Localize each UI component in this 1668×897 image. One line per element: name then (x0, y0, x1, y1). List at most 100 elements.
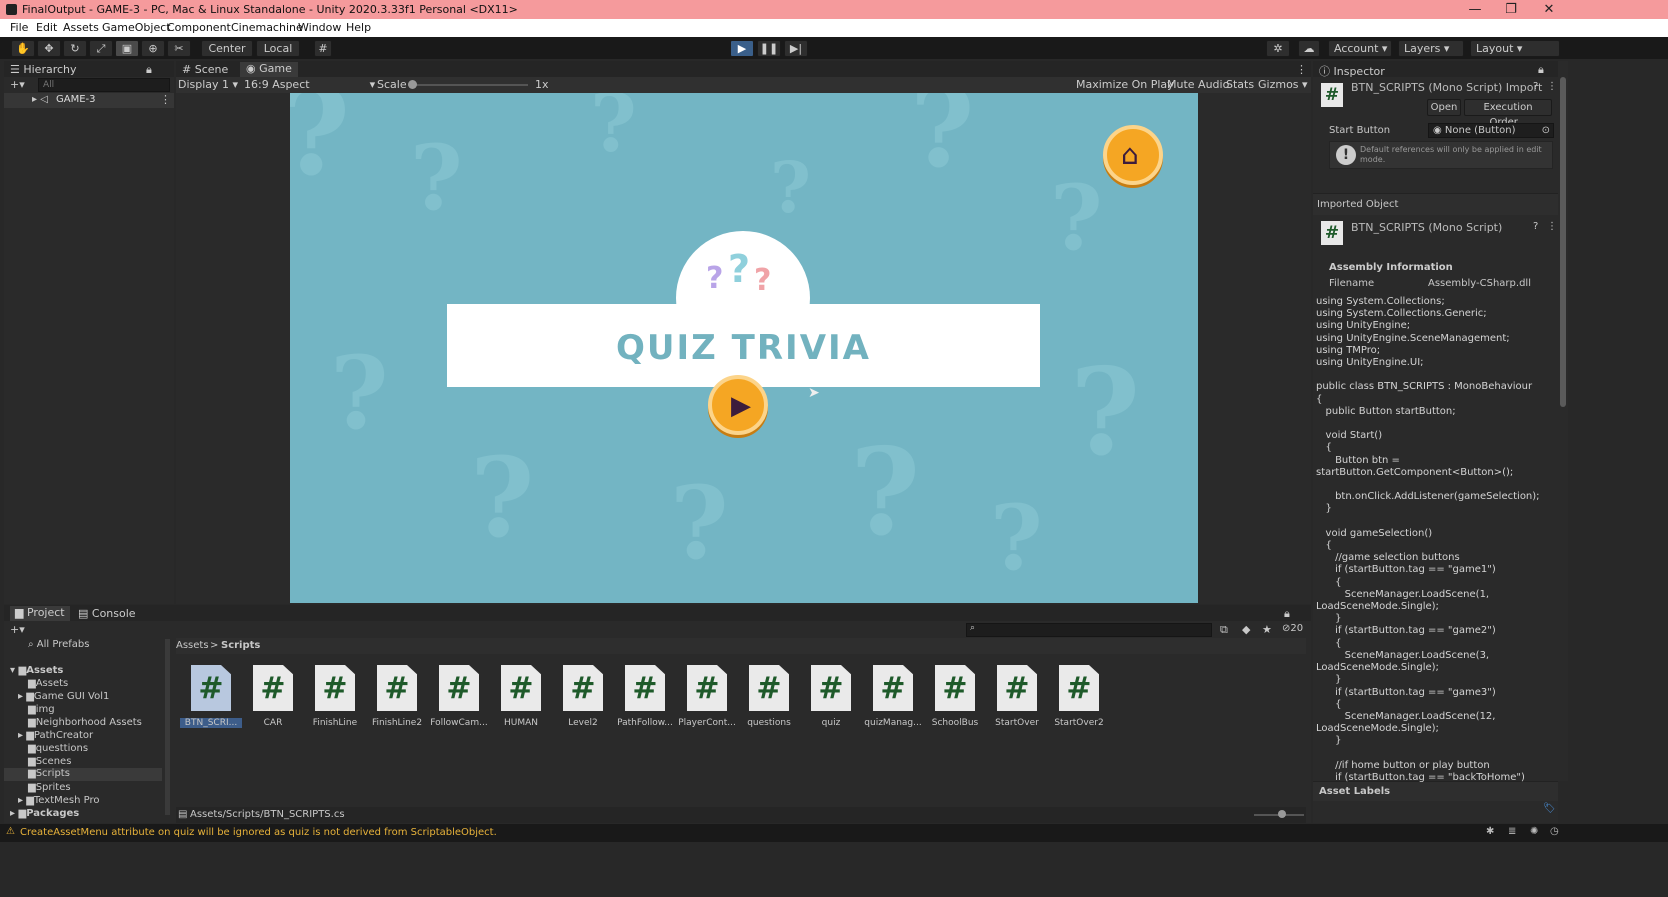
auto-generate-lighting-icon[interactable]: ✺ (1530, 826, 1538, 837)
inspector-tab[interactable]: ⓘ Inspector (1319, 63, 1385, 79)
object-picker-icon[interactable]: ⊙ (1542, 124, 1550, 137)
script-asset[interactable]: # FollowCam... (428, 665, 490, 728)
script-asset[interactable]: # PathFollow... (614, 665, 676, 728)
transform-tool-icon[interactable]: ⊕ (141, 40, 165, 57)
add-icon[interactable]: +▾ (10, 623, 25, 636)
cloud-icon[interactable]: ☁ (1298, 40, 1320, 57)
custom-tool-icon[interactable]: ✂ (167, 40, 191, 57)
script-asset[interactable]: # FinishLine (304, 665, 366, 728)
menu-component[interactable]: Component (167, 21, 231, 34)
scrollbar-thumb[interactable] (1560, 77, 1566, 407)
tree-packages-root[interactable]: ▸ ▆ Packages (10, 808, 79, 819)
tab-scene[interactable]: # Scene (182, 63, 228, 76)
mute-audio-toggle[interactable]: Mute Audio (1167, 78, 1229, 91)
menu-edit[interactable]: Edit (36, 21, 57, 34)
icon-size-slider[interactable] (1254, 810, 1304, 818)
rotate-tool-icon[interactable]: ↻ (63, 40, 87, 57)
pause-button[interactable]: ❚❚ (757, 40, 781, 57)
tree-folder[interactable]: ▸ ▆ Game GUI Vol1 (18, 691, 109, 702)
favorite-icon[interactable]: ★ (1262, 623, 1272, 636)
more-icon[interactable]: ⋮ (1296, 63, 1307, 76)
filter-type-icon[interactable]: ⧉ (1220, 623, 1228, 637)
tree-folder[interactable]: ▆ Sprites (28, 782, 71, 793)
script-asset[interactable]: # CAR (242, 665, 304, 728)
hierarchy-search-input[interactable] (38, 78, 170, 92)
tab-project[interactable]: ▆ Project (10, 606, 70, 621)
more-icon[interactable]: ⋮ (1547, 221, 1557, 232)
layout-dropdown[interactable]: Layout ▾ (1470, 40, 1560, 57)
tree-folder[interactable]: ▸ ▆ PathCreator (18, 730, 93, 741)
breadcrumb-assets[interactable]: Assets (176, 640, 209, 651)
bug-icon[interactable]: ✱ (1486, 826, 1494, 837)
play-button[interactable]: ▶ (730, 40, 754, 57)
script-asset[interactable]: # HUMAN (490, 665, 552, 728)
tab-console[interactable]: ▤ Console (78, 607, 136, 620)
tree-folder[interactable]: ▸ ▆ TextMesh Pro (18, 795, 100, 806)
menu-cinemachine[interactable]: Cinemachine (231, 21, 303, 34)
script-asset[interactable]: # quiz (800, 665, 862, 728)
breadcrumb-scripts[interactable]: Scripts (221, 640, 260, 651)
hierarchy-tab[interactable]: ☰ Hierarchy (10, 63, 77, 76)
script-asset[interactable]: # Level2 (552, 665, 614, 728)
tree-folder-selected[interactable]: ▆ Scripts (4, 768, 162, 781)
rect-tool-icon[interactable]: ▣ (115, 40, 139, 57)
menu-gameobject[interactable]: GameObject (102, 21, 171, 34)
minimize-button[interactable]: — (1460, 1, 1490, 18)
maximize-button[interactable]: ❐ (1496, 1, 1526, 18)
add-icon[interactable]: +▾ (10, 78, 25, 91)
layers-dropdown[interactable]: Layers ▾ (1398, 40, 1464, 57)
start-button-field[interactable]: ◉ None (Button) ⊙ (1428, 123, 1554, 138)
filter-label-icon[interactable]: ◆ (1242, 623, 1250, 636)
gizmos-dropdown[interactable]: Gizmos ▾ (1258, 78, 1308, 91)
cache-icon[interactable]: ≣ (1508, 826, 1516, 837)
script-asset[interactable]: # BTN_SCRI... (180, 665, 242, 728)
tree-assets-root[interactable]: ▾ ▆ Assets (10, 665, 63, 676)
maximize-on-play-toggle[interactable]: Maximize On Play (1076, 78, 1174, 91)
script-asset[interactable]: # FinishLine2 (366, 665, 428, 728)
more-icon[interactable]: ⋮ (160, 93, 171, 106)
play-game-button[interactable]: ▶ (708, 375, 768, 435)
lock-icon[interactable]: 🔒︎ (1538, 63, 1544, 77)
grid-snap-icon[interactable]: # (314, 40, 332, 57)
hidden-count[interactable]: ⊘20 (1282, 623, 1303, 634)
move-tool-icon[interactable]: ✥ (37, 40, 61, 57)
execution-order-button[interactable]: Execution Order... (1464, 99, 1552, 128)
menu-help[interactable]: Help (346, 21, 371, 34)
tree-folder[interactable]: ▆ img (28, 704, 55, 715)
slider-handle[interactable] (408, 80, 417, 89)
collab-icon[interactable]: ✲ (1266, 40, 1290, 57)
home-button[interactable]: ⌂ (1103, 125, 1163, 185)
tree-scrollbar[interactable] (165, 639, 170, 815)
account-dropdown[interactable]: Account ▾ (1328, 40, 1392, 57)
project-search-input[interactable] (966, 623, 1212, 637)
close-button[interactable]: ✕ (1534, 1, 1564, 18)
inspector-scrollbar[interactable] (1558, 61, 1568, 781)
hand-tool-icon[interactable]: ✋ (11, 40, 35, 57)
aspect-dropdown[interactable]: 16:9 Aspect ▾ (244, 78, 375, 91)
script-asset[interactable]: # StartOver (986, 665, 1048, 728)
script-asset[interactable]: # StartOver2 (1048, 665, 1110, 728)
status-bar[interactable]: ⚠ CreateAssetMenu attribute on quiz will… (0, 824, 1668, 842)
menu-file[interactable]: File (10, 21, 28, 34)
game-canvas[interactable]: ? ? ? ? ? ? ? ? ? ? ? ? ? ? ? QUIZ TRIVI… (290, 93, 1198, 603)
menu-window[interactable]: Window (298, 21, 341, 34)
all-prefabs-item[interactable]: ⌕ All Prefabs (28, 639, 89, 650)
script-asset[interactable]: # SchoolBus (924, 665, 986, 728)
script-asset[interactable]: # questions (738, 665, 800, 728)
lock-icon[interactable]: 🔒︎ (146, 63, 152, 77)
open-button[interactable]: Open (1427, 99, 1461, 116)
lock-icon[interactable]: 🔒︎ (1284, 607, 1290, 621)
help-icon[interactable]: ? (1533, 221, 1538, 232)
more-icon[interactable]: ⋮ (1547, 81, 1557, 92)
tree-folder[interactable]: ▆ Assets (28, 678, 68, 689)
scale-tool-icon[interactable]: ⤢ (89, 40, 113, 57)
help-icon[interactable]: ? (1533, 81, 1538, 92)
tab-game[interactable]: ◉ Game (240, 62, 298, 77)
tree-folder[interactable]: ▆ Scenes (28, 756, 71, 767)
menu-assets[interactable]: Assets (63, 21, 99, 34)
tag-icon[interactable]: 🏷︎ (1543, 803, 1556, 814)
tree-folder[interactable]: ▆ questtions (28, 743, 88, 754)
display-dropdown[interactable]: Display 1 ▾ (178, 78, 238, 91)
script-asset[interactable]: # PlayerCont... (676, 665, 738, 728)
pivot-center-toggle[interactable]: Center (201, 40, 253, 57)
